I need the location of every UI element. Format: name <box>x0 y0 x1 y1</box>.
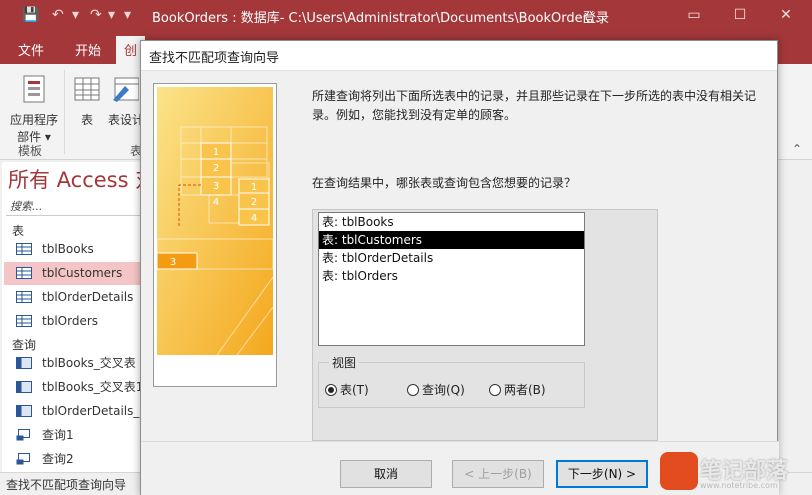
radio-label: 表(T) <box>340 383 369 397</box>
application-parts-icon <box>23 75 45 103</box>
illustration-number: 3 <box>170 257 176 268</box>
list-item[interactable]: 表: tblBooks <box>319 213 584 231</box>
illustration-number: 1 <box>213 147 219 158</box>
application-parts-button[interactable]: 应用程序 部件 ▾ <box>6 74 62 145</box>
dialog-title: 查找不匹配项查询向导 <box>141 41 777 71</box>
list-item-selected[interactable]: 表: tblCustomers <box>319 231 584 249</box>
table-label: 表 <box>80 113 93 127</box>
table-icon <box>16 243 32 255</box>
nav-item-query[interactable]: tblBooks_交叉表1 <box>4 376 142 399</box>
next-button[interactable]: 下一步(N) > <box>556 460 648 488</box>
crosstab-query-icon <box>16 381 32 393</box>
radio-checked-icon[interactable] <box>325 384 337 396</box>
nav-item-label: tblBooks_交叉表 <box>42 356 136 370</box>
nav-item-label: tblOrderDetails_交叉表 <box>42 404 141 418</box>
crosstab-query-icon <box>16 405 32 417</box>
nav-pane-title[interactable]: 所有 Access 对象 <box>8 164 141 194</box>
status-text: 查找不匹配项查询向导 <box>6 478 127 492</box>
table-icon <box>16 291 32 303</box>
table-design-label: 表设计 <box>108 113 142 127</box>
nav-item-label: tblOrders <box>42 314 99 328</box>
ribbon-group-templates: 模板 <box>18 144 43 158</box>
view-option-tables[interactable]: 表(T) <box>325 381 369 398</box>
view-groupbox: 视图 表(T) 查询(Q) 两者(B) <box>318 354 585 408</box>
radio-label: 查询(Q) <box>422 383 465 397</box>
nav-item-label: 查询1 <box>42 428 74 442</box>
table-design-button[interactable]: 表设计 <box>108 74 142 128</box>
nav-item-query[interactable]: tblOrderDetails_交叉表 <box>4 400 141 423</box>
radio-unchecked-icon[interactable] <box>407 384 419 396</box>
wizard-illustration-frame: 1 2 3 4 1 2 4 3 <box>153 83 277 387</box>
illustration-number: 4 <box>251 213 257 224</box>
nav-item-label: 查询2 <box>42 452 74 466</box>
illustration-number: 4 <box>213 197 219 208</box>
nav-group-queries[interactable]: 查询 <box>12 336 36 353</box>
application-parts-label: 应用程序 <box>9 113 58 127</box>
radio-label: 两者(B) <box>504 383 546 397</box>
office-logo-icon <box>660 452 698 490</box>
illustration-number: 2 <box>213 163 219 174</box>
list-item[interactable]: 表: tblOrders <box>319 267 584 285</box>
selection-panel: 表: tblBooks 表: tblCustomers 表: tblOrderD… <box>312 209 658 441</box>
nav-item-label: tblBooks <box>42 242 94 256</box>
view-option-both[interactable]: 两者(B) <box>489 381 546 398</box>
illustration-number: 2 <box>251 197 257 208</box>
window-title: BookOrders : 数据库- C:\Users\Administrator… <box>152 11 600 26</box>
tab-file[interactable]: 文件 <box>18 40 44 59</box>
wizard-intro-text: 所建查询将列出下面所选表中的记录，并且那些记录在下一步所选的表中没有相关记录。例… <box>312 89 757 122</box>
back-button[interactable]: < 上一步(B) <box>452 460 544 488</box>
illustration-number: 1 <box>251 182 257 193</box>
nav-item-table[interactable]: tblOrderDetails <box>4 286 140 309</box>
nav-item-query[interactable]: 查询2 <box>4 448 140 471</box>
table-design-icon <box>113 77 140 102</box>
nav-item-query[interactable]: 查询1 <box>4 424 140 447</box>
nav-item-table[interactable]: tblOrders <box>4 310 140 333</box>
maximize-icon[interactable]: ☐ <box>727 4 753 26</box>
login-link[interactable]: 登录 <box>583 7 609 26</box>
wizard-question: 在查询结果中，哪张表或查询包含您想要的记录？ <box>312 176 577 190</box>
ribbon-separator <box>64 70 65 154</box>
redo-icon[interactable]: ↷ <box>90 7 102 23</box>
customize-quick-access-icon[interactable]: ▾ <box>124 7 131 23</box>
watermark-url: www.notetribe.com <box>700 481 778 490</box>
view-option-queries[interactable]: 查询(Q) <box>407 381 465 398</box>
select-query-icon <box>16 453 30 465</box>
nav-item-label: tblBooks_交叉表1 <box>42 380 142 394</box>
undo-icon[interactable]: ↶ <box>52 7 64 23</box>
nav-group-tables[interactable]: 表 <box>12 222 24 239</box>
nav-item-label: tblCustomers <box>42 266 123 280</box>
wizard-illustration: 1 2 3 4 1 2 4 3 <box>157 87 273 355</box>
table-icon <box>16 315 32 327</box>
table-button[interactable]: 表 <box>72 74 102 128</box>
radio-unchecked-icon[interactable] <box>489 384 501 396</box>
table-icon <box>74 77 100 101</box>
nav-item-table[interactable]: tblBooks <box>4 238 140 261</box>
nav-search-input[interactable]: 搜索... <box>6 196 140 216</box>
close-icon[interactable]: ✕ <box>773 4 799 26</box>
chevron-up-icon[interactable]: ⌃ <box>792 142 802 156</box>
navigation-pane: 所有 Access 对象 搜索... 表 tblBooks tblCustome… <box>2 162 142 472</box>
watermark: 笔记部落 www.notetribe.com <box>660 450 812 495</box>
nav-item-label: tblOrderDetails <box>42 290 134 304</box>
table-icon <box>16 267 32 279</box>
cancel-button[interactable]: 取消 <box>340 460 432 488</box>
illustration-number: 3 <box>213 181 219 192</box>
view-group-label: 视图 <box>329 354 360 371</box>
save-icon[interactable]: 💾 <box>22 7 39 23</box>
nav-item-table[interactable]: tblCustomers <box>4 262 140 285</box>
title-bar: 💾 ↶ ▾ ↷ ▾ ▾ BookOrders : 数据库- C:\Users\A… <box>0 0 812 32</box>
find-unmatched-query-wizard-dialog: 查找不匹配项查询向导 1 2 3 4 1 2 4 3 所建查询将列出下面所选表中… <box>140 40 779 495</box>
list-item[interactable]: 表: tblOrderDetails <box>319 249 584 267</box>
redo-dropdown-icon[interactable]: ▾ <box>108 7 115 23</box>
crosstab-query-icon <box>16 357 32 369</box>
nav-item-query[interactable]: tblBooks_交叉表 <box>4 352 140 375</box>
tab-home[interactable]: 开始 <box>75 40 101 59</box>
undo-dropdown-icon[interactable]: ▾ <box>72 7 79 23</box>
ribbon-display-icon[interactable]: ▭ <box>681 4 707 26</box>
table-query-listbox[interactable]: 表: tblBooks 表: tblCustomers 表: tblOrderD… <box>318 212 585 346</box>
select-query-icon <box>16 429 30 441</box>
